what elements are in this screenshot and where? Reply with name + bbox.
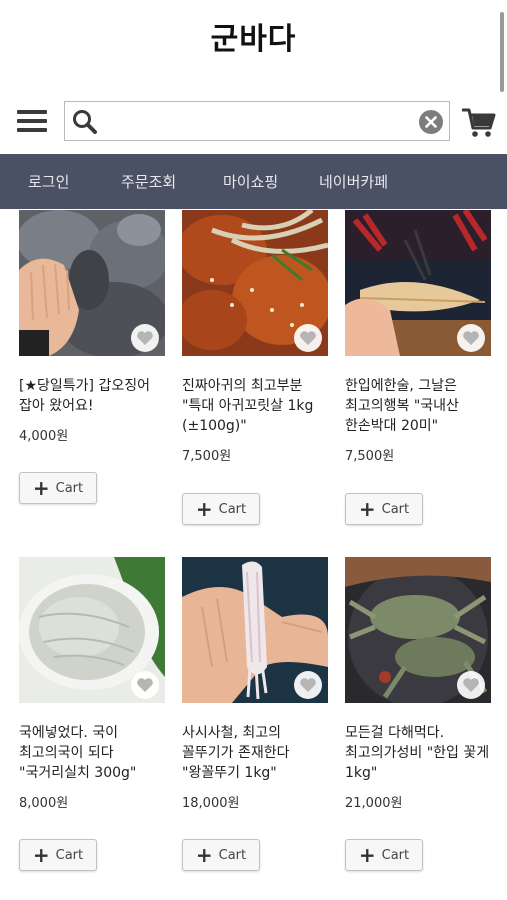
heart-icon[interactable] xyxy=(131,671,159,699)
heart-icon[interactable] xyxy=(294,324,322,352)
hamburger-menu-icon[interactable] xyxy=(17,110,47,136)
plus-icon: + xyxy=(195,497,213,521)
product-name[interactable]: 국에넣었다. 국이 최고의국이 되다 "국거리실치 300g" xyxy=(19,723,165,783)
plus-icon: + xyxy=(358,843,376,867)
product-price: 4,000원 xyxy=(19,429,69,444)
cart-button-label: Cart xyxy=(381,501,410,517)
plus-icon: + xyxy=(32,476,50,500)
nav-login[interactable]: 로그인 xyxy=(28,171,69,192)
nav-order-lookup[interactable]: 주문조회 xyxy=(121,171,176,192)
add-to-cart-button[interactable]: + Cart xyxy=(19,839,97,871)
product-card: [★당일특가] 갑오징어 잡아 왔어요! 4,000원 + Cart xyxy=(19,210,165,504)
plus-icon: + xyxy=(32,843,50,867)
product-price: 21,000원 xyxy=(345,796,403,811)
product-card: 국에넣었다. 국이 최고의국이 되다 "국거리실치 300g" 8,000원 +… xyxy=(19,557,165,871)
heart-icon[interactable] xyxy=(294,671,322,699)
product-card: 모든걸 다해먹다. 최고의가성비 "한입 꽃게 1kg" 21,000원 + C… xyxy=(345,557,491,871)
product-price: 7,500원 xyxy=(345,449,395,464)
search-icon[interactable] xyxy=(72,109,98,139)
cart-icon[interactable] xyxy=(461,107,496,143)
add-to-cart-button[interactable]: + Cart xyxy=(345,493,423,525)
plus-icon: + xyxy=(358,497,376,521)
plus-icon: + xyxy=(195,843,213,867)
heart-icon[interactable] xyxy=(131,324,159,352)
product-card: 한입에한술, 그날은 최고의행복 "국내산 한손박대 20미" 7,500원 +… xyxy=(345,210,491,525)
product-price: 18,000원 xyxy=(182,796,240,811)
cart-button-label: Cart xyxy=(55,480,84,496)
cart-button-label: Cart xyxy=(55,847,84,863)
product-image-baby-squid[interactable] xyxy=(182,557,328,703)
product-image-squid[interactable] xyxy=(19,210,165,356)
search-input[interactable] xyxy=(105,108,409,136)
product-price: 8,000원 xyxy=(19,796,69,811)
heart-icon[interactable] xyxy=(457,671,485,699)
add-to-cart-button[interactable]: + Cart xyxy=(182,839,260,871)
clear-icon[interactable] xyxy=(419,110,443,138)
product-name[interactable]: [★당일특가] 갑오징어 잡아 왔어요! xyxy=(19,376,165,416)
product-image-whitebait[interactable] xyxy=(19,557,165,703)
product-price: 7,500원 xyxy=(182,449,232,464)
product-image-dried-fish[interactable] xyxy=(345,210,491,356)
nav-my-shopping[interactable]: 마이쇼핑 xyxy=(223,171,278,192)
cart-button-label: Cart xyxy=(218,501,247,517)
product-image-monkfish[interactable] xyxy=(182,210,328,356)
heart-icon[interactable] xyxy=(457,324,485,352)
product-card: 진짜아귀의 최고부분 "특대 아귀꼬릿살 1kg (±100g)" 7,500원… xyxy=(182,210,328,525)
cart-button-label: Cart xyxy=(381,847,410,863)
product-name[interactable]: 모든걸 다해먹다. 최고의가성비 "한입 꽃게 1kg" xyxy=(345,723,491,783)
nav-naver-cafe[interactable]: 네이버카페 xyxy=(319,171,388,192)
add-to-cart-button[interactable]: + Cart xyxy=(182,493,260,525)
search-bar xyxy=(64,101,450,141)
add-to-cart-button[interactable]: + Cart xyxy=(345,839,423,871)
add-to-cart-button[interactable]: + Cart xyxy=(19,472,97,504)
product-image-crab[interactable] xyxy=(345,557,491,703)
store-title: 군바다 xyxy=(210,22,297,57)
product-name[interactable]: 사시사철, 최고의 꼴뚜기가 존재한다 "왕꼴뚜기 1kg" xyxy=(182,723,328,783)
top-nav-bar: 로그인 주문조회 마이쇼핑 네이버카페 xyxy=(0,154,507,209)
cart-button-label: Cart xyxy=(218,847,247,863)
product-card: 사시사철, 최고의 꼴뚜기가 존재한다 "왕꼴뚜기 1kg" 18,000원 +… xyxy=(182,557,328,871)
product-name[interactable]: 한입에한술, 그날은 최고의행복 "국내산 한손박대 20미" xyxy=(345,376,491,436)
product-name[interactable]: 진짜아귀의 최고부분 "특대 아귀꼬릿살 1kg (±100g)" xyxy=(182,376,328,436)
